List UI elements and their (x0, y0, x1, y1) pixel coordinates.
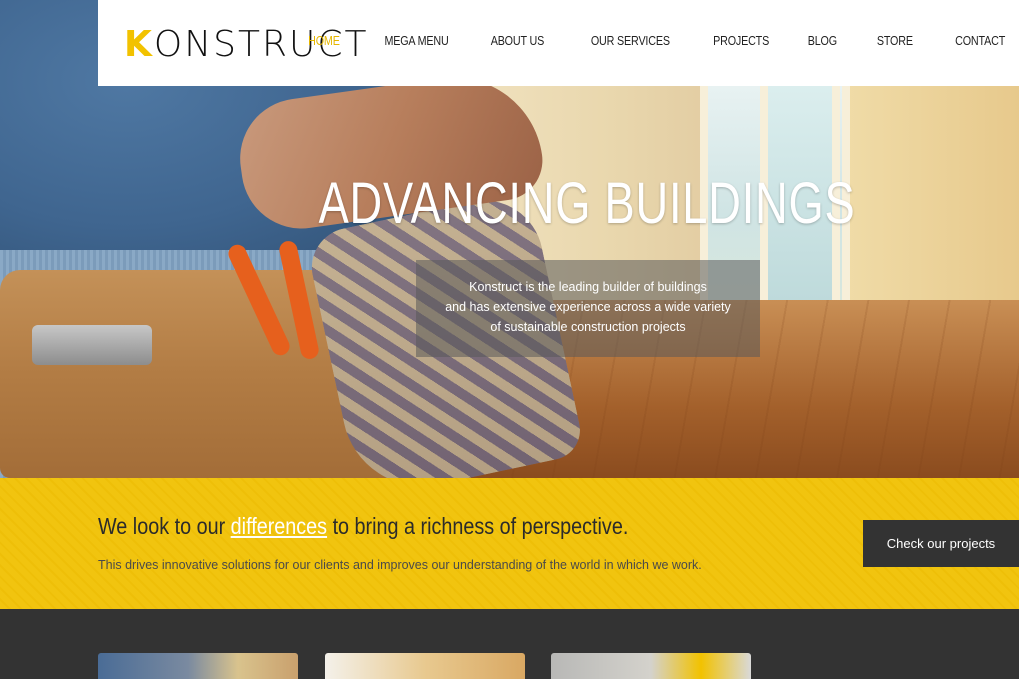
band-heading-post: to bring a richness of perspective. (332, 513, 629, 539)
nav-blog[interactable]: BLOG (808, 34, 837, 48)
nav-about-us[interactable]: ABOUT US (491, 34, 545, 48)
nav-contact[interactable]: CONTACT (955, 34, 1005, 48)
differences-link[interactable]: differences (231, 513, 327, 539)
hero-title: ADVANCING BUILDINGS (318, 171, 856, 236)
belt-buckle (32, 325, 152, 365)
project-thumbnail-2[interactable] (325, 653, 525, 679)
hero-line-1: Konstruct is the leading builder of buil… (469, 280, 707, 294)
band-subtext: This drives innovative solutions for our… (98, 558, 702, 572)
site-header: K ONSTRUCT HOME MEGA MENU ABOUT US OUR SE… (98, 0, 1019, 86)
project-thumbnail-3[interactable] (551, 653, 751, 679)
band-heading: We look to our differences to bring a ri… (98, 513, 628, 540)
nav-mega-menu[interactable]: MEGA MENU (384, 34, 448, 48)
hero-line-3: of sustainable construction projects (490, 320, 686, 334)
project-thumbnail-1[interactable] (98, 653, 298, 679)
logo-k-mark: K (124, 23, 154, 65)
hero-description-box: Konstruct is the leading builder of buil… (416, 260, 760, 357)
main-nav: HOME MEGA MENU ABOUT US OUR SERVICES PRO… (269, 34, 1005, 48)
nav-projects[interactable]: PROJECTS (713, 34, 769, 48)
nav-home[interactable]: HOME (308, 34, 340, 48)
band-heading-pre: We look to our (98, 513, 226, 539)
nav-store[interactable]: STORE (877, 34, 913, 48)
nav-our-services[interactable]: OUR SERVICES (591, 34, 670, 48)
hero-line-2: and has extensive experience across a wi… (445, 300, 731, 314)
check-projects-button[interactable]: Check our projects (863, 520, 1019, 567)
